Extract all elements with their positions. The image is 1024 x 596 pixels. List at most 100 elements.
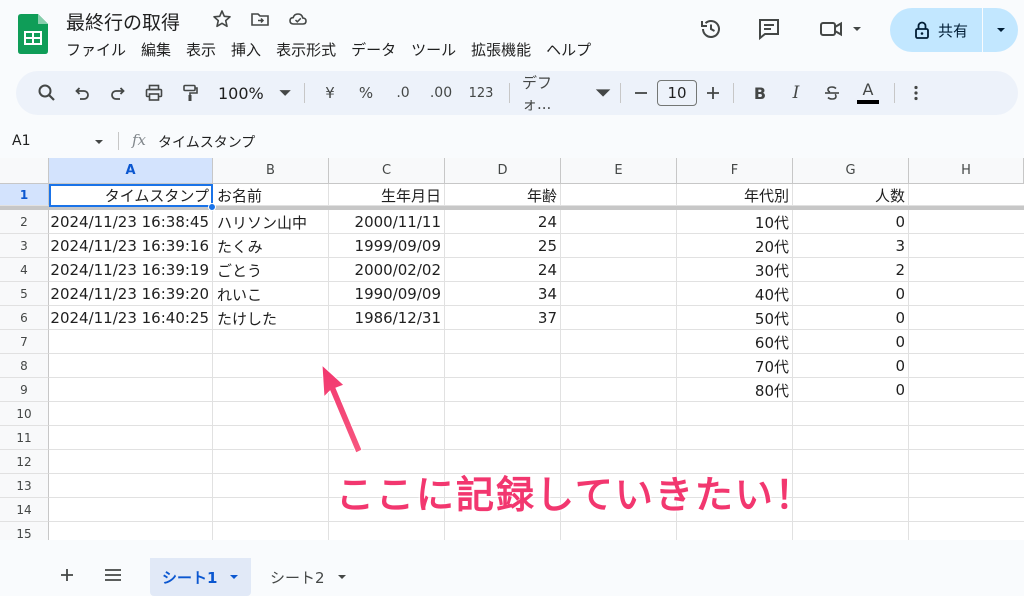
percent-format-button[interactable]: % [347,77,385,109]
select-all-corner[interactable] [0,158,49,184]
row-header[interactable]: 5 [0,282,49,306]
undo-button[interactable] [64,77,100,109]
font-select[interactable]: デフォ... [518,74,612,113]
cell[interactable]: 年齢 [445,184,561,206]
cell[interactable]: 10代 [677,210,793,234]
row-header[interactable]: 9 [0,378,49,402]
cell[interactable]: お名前 [213,184,329,206]
print-button[interactable] [136,77,172,109]
move-folder-icon[interactable] [250,9,270,29]
cell[interactable]: 24 [445,258,561,282]
decrease-decimal-button[interactable]: .0 [385,77,421,109]
version-history-icon[interactable] [698,16,724,42]
strikethrough-button[interactable] [814,77,850,109]
more-formats-button[interactable]: 123 [461,77,501,109]
bold-button[interactable]: B [742,77,778,109]
cell[interactable]: 0 [793,210,909,234]
menu-extensions[interactable]: 拡張機能 [471,39,540,60]
column-header-a[interactable]: A [49,158,213,184]
fill-handle[interactable] [208,203,216,211]
cloud-saved-icon[interactable] [288,9,308,29]
formula-input[interactable]: タイムスタンプ [158,132,255,152]
search-menus-button[interactable] [34,77,60,109]
cell[interactable]: 人数 [793,184,909,206]
menu-insert[interactable]: 挿入 [231,39,270,60]
column-header-b[interactable]: B [213,158,329,184]
text-color-button[interactable]: A [850,77,886,109]
menu-edit[interactable]: 編集 [141,39,180,60]
cell[interactable]: 60代 [677,330,793,354]
redo-button[interactable] [100,77,136,109]
cell[interactable]: 2000/11/11 [329,210,445,234]
column-header-e[interactable]: E [561,158,677,184]
cell[interactable]: 24 [445,210,561,234]
column-header-h[interactable]: H [909,158,1024,184]
italic-button[interactable]: I [778,77,814,109]
cell[interactable]: 2024/11/23 16:39:20 [49,282,213,306]
menu-file[interactable]: ファイル [66,39,135,60]
share-button[interactable]: 共有 [890,8,1018,52]
cell[interactable]: 34 [445,282,561,306]
sheet-tab-1[interactable]: シート1 [150,558,252,596]
cell[interactable]: 2024/11/23 16:40:25 [49,306,213,330]
column-header-g[interactable]: G [793,158,909,184]
increase-decimal-button[interactable]: .00 [421,77,461,109]
cell[interactable]: 50代 [677,306,793,330]
zoom-select[interactable]: 100% [218,77,292,109]
row-header[interactable]: 12 [0,450,49,474]
menu-format[interactable]: 表示形式 [276,39,345,60]
cell[interactable]: 70代 [677,354,793,378]
cell[interactable]: 0 [793,378,909,402]
row-header[interactable]: 7 [0,330,49,354]
cell[interactable]: ハリソン山中 [213,210,329,234]
add-sheet-icon[interactable] [58,566,76,584]
row-header[interactable]: 8 [0,354,49,378]
cell[interactable]: 2024/11/23 16:39:19 [49,258,213,282]
cell[interactable]: 1990/09/09 [329,282,445,306]
row-header[interactable]: 15 [0,522,49,540]
menu-data[interactable]: データ [351,39,405,60]
share-main[interactable]: 共有 [890,8,982,52]
font-size-input[interactable]: 10 [653,77,701,109]
row-header[interactable]: 2 [0,210,49,234]
star-icon[interactable] [212,9,232,29]
cell[interactable]: 0 [793,330,909,354]
more-options-button[interactable] [903,77,929,109]
row-header[interactable]: 11 [0,426,49,450]
row-header[interactable]: 1 [0,184,49,206]
cell[interactable]: 年代別 [677,184,793,206]
cell[interactable]: 37 [445,306,561,330]
cell[interactable]: ごとう [213,258,329,282]
cell[interactable]: 2 [793,258,909,282]
all-sheets-icon[interactable] [103,567,123,583]
cell[interactable]: 40代 [677,282,793,306]
comments-icon[interactable] [756,16,782,42]
cell[interactable]: 30代 [677,258,793,282]
cell[interactable]: 0 [793,354,909,378]
cell[interactable]: れいこ [213,282,329,306]
menu-view[interactable]: 表示 [186,39,225,60]
currency-format-button[interactable]: ¥ [313,77,347,109]
decrease-font-size-button[interactable] [629,77,653,109]
increase-font-size-button[interactable] [701,77,725,109]
paint-format-button[interactable] [172,77,208,109]
cell[interactable]: 0 [793,306,909,330]
column-header-c[interactable]: C [329,158,445,184]
row-header[interactable]: 14 [0,498,49,522]
cell[interactable]: 20代 [677,234,793,258]
row-header[interactable]: 13 [0,474,49,498]
column-header-d[interactable]: D [445,158,561,184]
share-dropdown[interactable] [983,8,1018,52]
cell[interactable]: 3 [793,234,909,258]
chevron-down-icon[interactable] [94,137,104,147]
cell[interactable]: 2024/11/23 16:38:45 [49,210,213,234]
sheet-tab-2[interactable]: シート2 [258,558,359,596]
meet-button[interactable] [818,16,862,42]
document-title[interactable]: 最終行の取得 [66,8,180,35]
cell[interactable]: たくみ [213,234,329,258]
cell[interactable]: 1999/09/09 [329,234,445,258]
cell[interactable]: たけした [213,306,329,330]
cell[interactable]: 1986/12/31 [329,306,445,330]
menu-tools[interactable]: ツール [411,39,465,60]
menu-help[interactable]: ヘルプ [546,39,600,60]
